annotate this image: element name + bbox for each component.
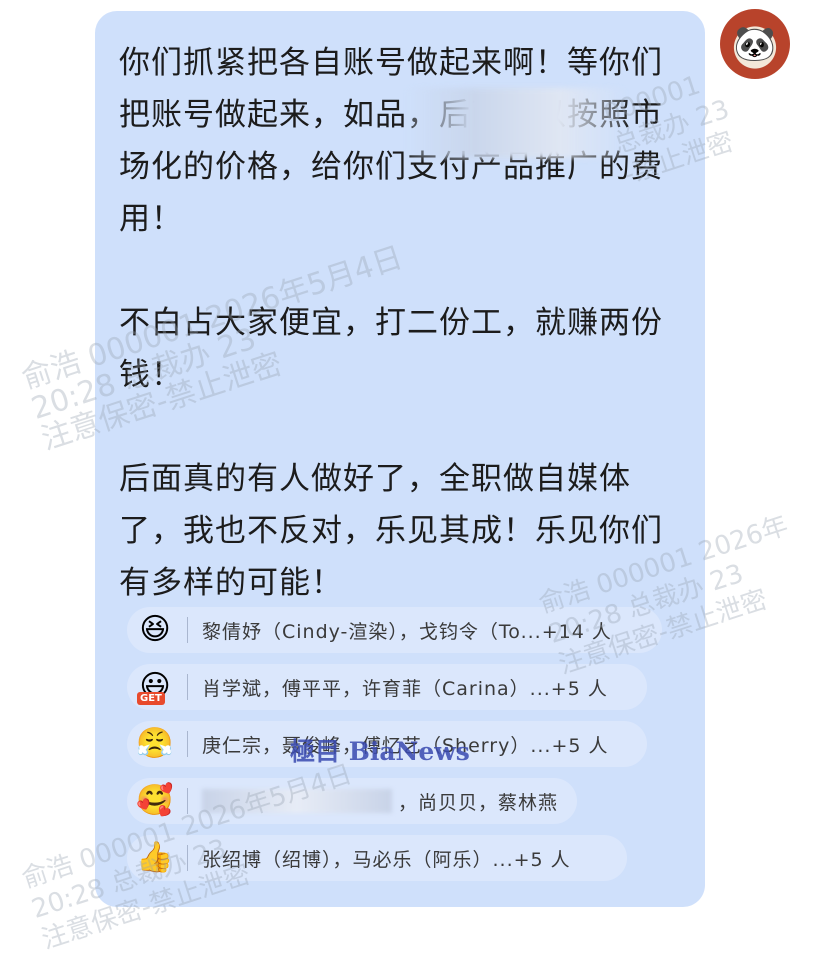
reaction-users: ，尚贝贝，蔡林燕 — [398, 791, 559, 814]
divider — [187, 731, 188, 757]
reaction-users: 张绍博（绍博），马必乐（阿乐）...+5 人 — [202, 848, 571, 871]
reaction-row[interactable]: 👍 张绍博（绍博），马必乐（阿乐）...+5 人 — [127, 835, 627, 881]
divider — [187, 845, 188, 871]
reaction-users: 肖学斌，傅平平，许育菲（Carina）...+5 人 — [202, 677, 608, 700]
divider — [187, 674, 188, 700]
laughing-face-emoji-icon: 😆 — [139, 612, 171, 647]
redacted-blur — [407, 88, 625, 158]
message-bubble[interactable]: 你们抓紧把各自账号做起来啊！等你们把账号做起来，如品，后面可以按照市场化的价格，… — [95, 11, 705, 907]
message-paragraph-3: 后面真的有人做好了，全职做自媒体了，我也不反对，乐见其成！乐见你们有多样的可能！ — [119, 461, 663, 601]
headband-face-emoji-icon: 😤 — [136, 726, 174, 761]
panda-avatar-icon: 🐼 — [733, 24, 777, 64]
reaction-row[interactable]: 😃 GET 肖学斌，傅平平，许育菲（Carina）...+5 人 — [127, 664, 647, 710]
get-face-emoji-icon: 😃 GET — [135, 667, 175, 707]
redacted-names-blur — [202, 789, 392, 813]
divider — [187, 788, 188, 814]
heart-face-emoji-icon: 🥰 — [136, 783, 174, 818]
reaction-row[interactable]: 🥰 ，尚贝贝，蔡林燕 — [127, 778, 577, 824]
divider — [187, 617, 188, 643]
avatar[interactable]: 🐼 — [720, 9, 790, 79]
reaction-row[interactable]: 😆 黎倩妤（Cindy-渲染），戈钧令（To...+14 人 — [127, 607, 662, 653]
reaction-users: 黎倩妤（Cindy-渲染），戈钧令（To...+14 人 — [202, 620, 612, 643]
get-badge: GET — [137, 692, 165, 705]
message-paragraph-2: 不白占大家便宜，打二份工，就赚两份钱！ — [119, 305, 663, 393]
thumbs-up-emoji-icon: 👍 — [136, 840, 174, 875]
brand-watermark: 極目 BiaNews — [290, 737, 470, 766]
